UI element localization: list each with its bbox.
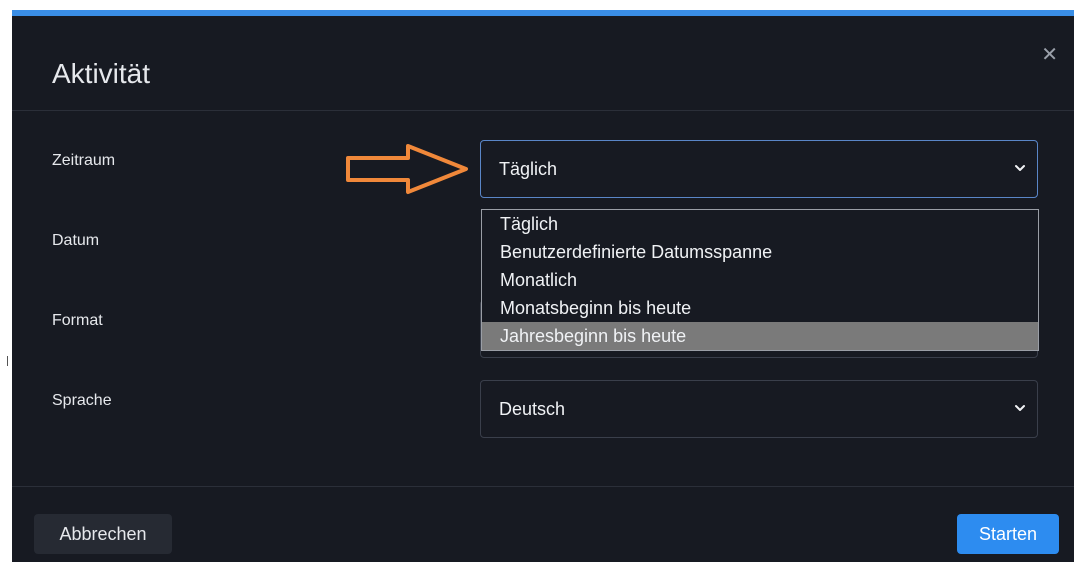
close-icon[interactable]: ✕ (1041, 42, 1058, 66)
format-label: Format (52, 312, 103, 329)
zeitraum-dropdown-list: Täglich Benutzerdefinierte Datumsspanne … (481, 209, 1039, 351)
chevron-down-icon (1015, 405, 1025, 411)
dialog-title: Aktivität (52, 58, 151, 89)
edge-mark (7, 356, 8, 366)
sprache-select[interactable]: Deutsch (480, 380, 1038, 438)
zeitraum-select[interactable]: Täglich (480, 140, 1038, 198)
activity-dialog: Aktivität ✕ Zeitraum Datum Format Sprach… (12, 10, 1074, 562)
zeitraum-select-value: Täglich (499, 159, 558, 179)
footer-divider (12, 486, 1074, 487)
dropdown-option[interactable]: Täglich (482, 210, 1038, 238)
chevron-down-icon (1015, 165, 1025, 171)
dropdown-option[interactable]: Benutzerdefinierte Datumsspanne (482, 238, 1038, 266)
dropdown-option[interactable]: Monatlich (482, 266, 1038, 294)
cancel-button[interactable]: Abbrechen (34, 514, 172, 554)
zeitraum-label: Zeitraum (52, 152, 116, 169)
sprache-label: Sprache (52, 392, 112, 409)
datum-label: Datum (52, 232, 100, 249)
dropdown-option[interactable]: Monatsbeginn bis heute (482, 294, 1038, 322)
arrow-right-outline-icon (346, 144, 468, 194)
dropdown-option-highlighted[interactable]: Jahresbeginn bis heute (482, 322, 1038, 350)
start-button[interactable]: Starten (957, 514, 1059, 554)
sprache-select-value: Deutsch (499, 399, 566, 419)
header-divider (12, 110, 1074, 111)
